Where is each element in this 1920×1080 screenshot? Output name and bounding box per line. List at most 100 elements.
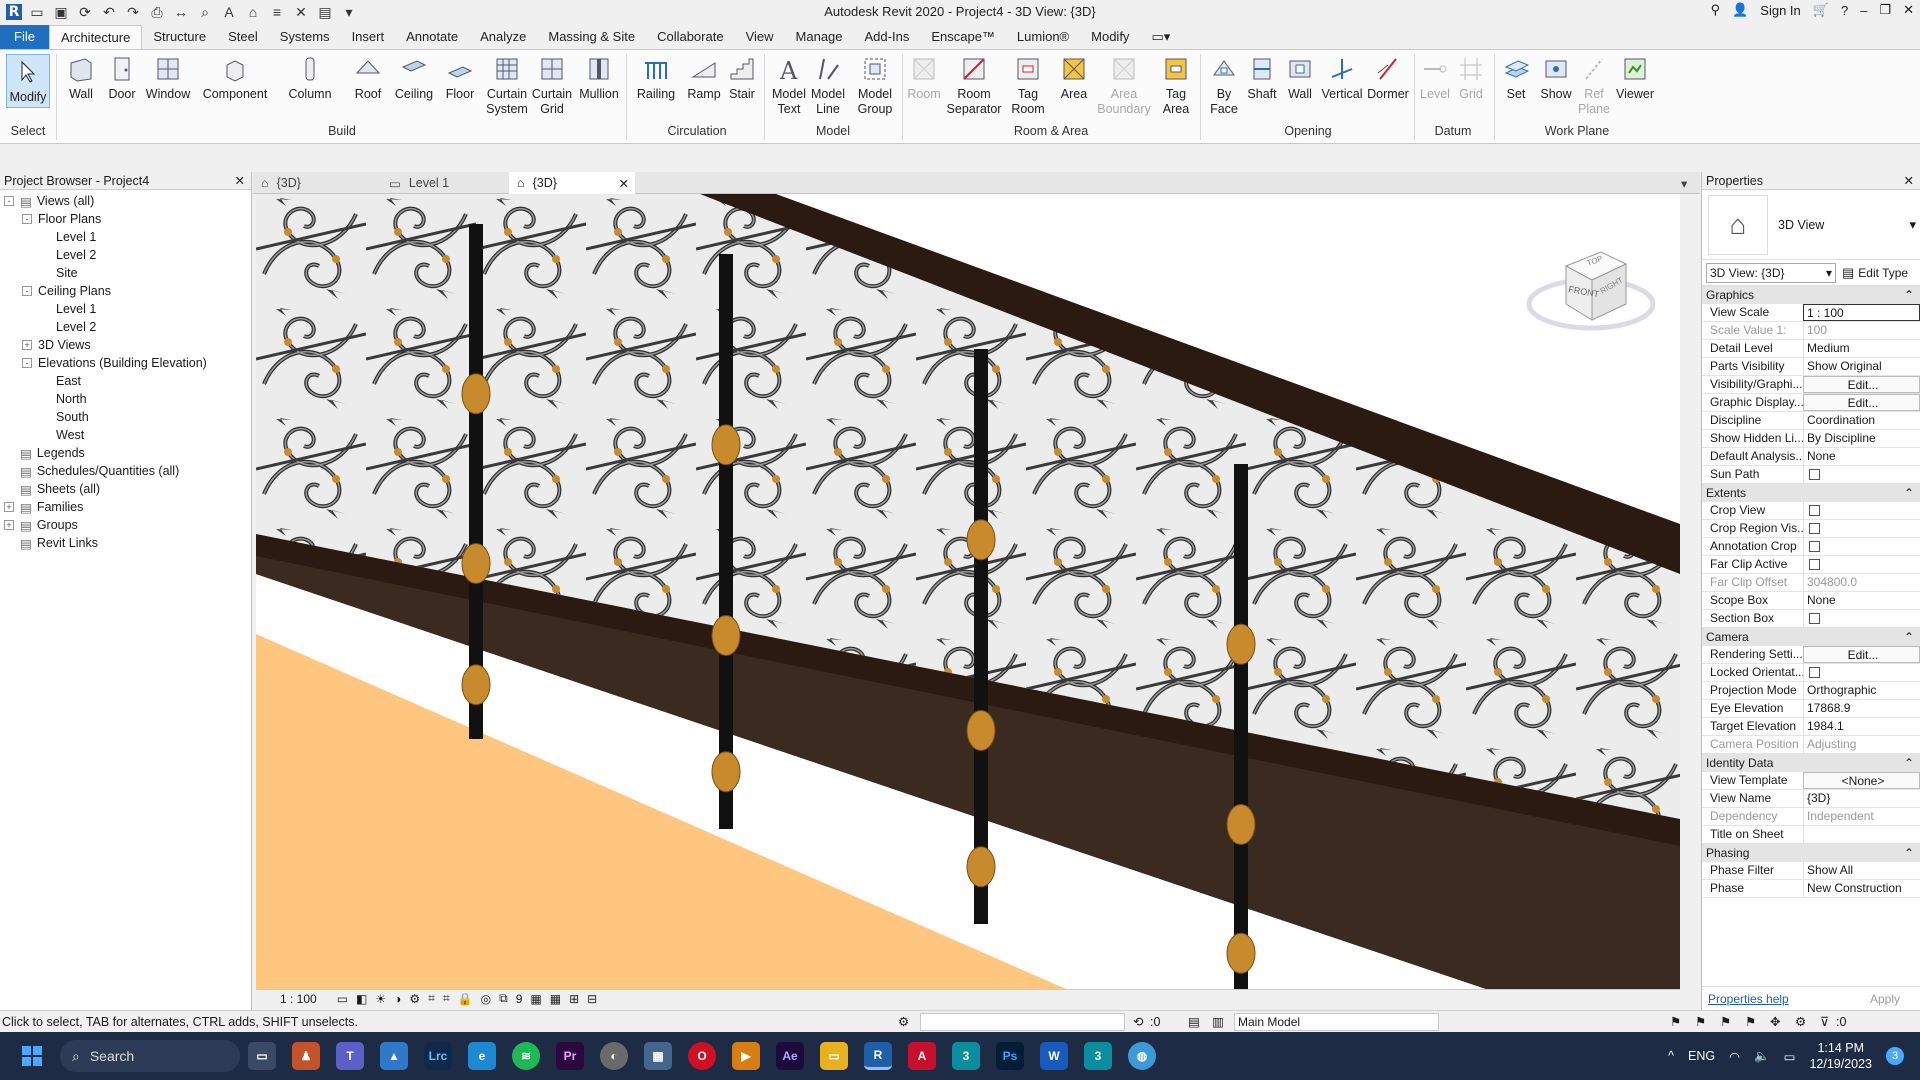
opera-icon[interactable]: O	[688, 1042, 716, 1070]
collapse-icon[interactable]: -	[4, 196, 14, 206]
stair-button[interactable]: Stair	[724, 54, 760, 102]
select-pinned-icon[interactable]: ⚑	[1720, 1014, 1731, 1029]
property-value[interactable]: Edit...	[1803, 394, 1920, 411]
measure-icon[interactable]: ↔	[172, 4, 190, 20]
worksharing-display-count[interactable]: 9	[516, 992, 523, 1006]
browser-node[interactable]: - Ceiling Plans	[0, 282, 251, 300]
binoculars-icon[interactable]: ⚲	[1711, 2, 1721, 18]
reveal-hidden-icon[interactable]: ⧉	[499, 991, 508, 1006]
room-button[interactable]: Room	[906, 54, 942, 102]
render-icon[interactable]: ⚙	[409, 992, 420, 1006]
tab-insert[interactable]: Insert	[341, 25, 396, 49]
tab-structure[interactable]: Structure	[142, 25, 217, 49]
tray-chevron-up-icon[interactable]: ^	[1668, 1049, 1674, 1063]
room-separator-button[interactable]: Room Separator	[944, 54, 1004, 117]
browser-node[interactable]: ▤ Schedules/Quantities (all)	[0, 462, 251, 480]
select-by-face-icon[interactable]: ⚑	[1745, 1014, 1756, 1029]
browser-node[interactable]: - ▤ Views (all)	[0, 192, 251, 210]
browser-node[interactable]: Level 2	[0, 318, 251, 336]
property-checkbox[interactable]	[1809, 667, 1820, 678]
worksets-icon[interactable]: ⚙	[898, 1014, 909, 1029]
property-value[interactable]: New Construction	[1803, 880, 1920, 897]
property-value[interactable]: None	[1803, 448, 1920, 465]
wifi-icon[interactable]: ◠	[1729, 1049, 1740, 1064]
property-value[interactable]: {3D}	[1803, 790, 1920, 807]
3ds-max-2-icon[interactable]: 3	[1084, 1042, 1112, 1070]
ceiling-button[interactable]: Ceiling	[392, 54, 436, 102]
browser-node[interactable]: West	[0, 426, 251, 444]
tab-enscape[interactable]: Enscape™	[920, 25, 1006, 49]
browser-node[interactable]: Site	[0, 264, 251, 282]
roof-button[interactable]: Roof	[350, 54, 386, 102]
tag-area-button[interactable]: Tag Area	[1156, 54, 1196, 117]
design-option-dropdown[interactable]: Main Model	[1234, 1012, 1439, 1031]
property-checkbox[interactable]	[1809, 559, 1820, 570]
view-scale-label[interactable]: 1 : 100	[280, 992, 317, 1006]
ramp-button[interactable]: Ramp	[684, 54, 724, 102]
constraints-icon[interactable]: ⊞	[569, 992, 579, 1006]
property-checkbox[interactable]	[1809, 613, 1820, 624]
thin-lines-icon[interactable]: ≡	[268, 4, 286, 20]
property-group-header[interactable]: Camera ⌃	[1702, 628, 1920, 646]
area-button[interactable]: Area	[1056, 54, 1092, 102]
browser-node[interactable]: Level 1	[0, 228, 251, 246]
set-button[interactable]: Set	[1498, 54, 1534, 102]
battery-icon[interactable]: ▭	[1784, 1049, 1796, 1064]
property-value[interactable]	[1803, 538, 1920, 555]
close-properties-icon[interactable]: ✕	[1904, 173, 1914, 188]
curtain-system-button[interactable]: Curtain System	[484, 54, 530, 117]
property-group-header[interactable]: Extents ⌃	[1702, 484, 1920, 502]
close-hidden-icon[interactable]: ✕	[292, 4, 310, 20]
workset-dropdown[interactable]	[920, 1012, 1125, 1031]
property-value[interactable]: 304800.0	[1803, 574, 1920, 591]
after-effects-icon[interactable]: Ae	[776, 1042, 804, 1070]
property-value[interactable]	[1803, 502, 1920, 519]
expand-icon[interactable]: +	[4, 520, 14, 530]
property-value[interactable]	[1803, 664, 1920, 681]
globe-app-icon[interactable]: ◍	[1128, 1042, 1156, 1070]
photos-icon[interactable]: ▲	[380, 1042, 408, 1070]
model-line-button[interactable]: Model Line	[808, 54, 848, 117]
revit-logo-icon[interactable]: R	[6, 4, 22, 20]
3d-view-icon[interactable]: ⌂	[244, 4, 262, 20]
show-button[interactable]: Show	[1538, 54, 1574, 102]
lock-3d-icon[interactable]: 🔒	[458, 992, 473, 1006]
tag-room-button[interactable]: Tag Room	[1008, 54, 1048, 117]
column-button[interactable]: Column	[286, 54, 334, 102]
viewer-button[interactable]: Viewer	[1614, 54, 1656, 102]
property-group-header[interactable]: Graphics ⌃	[1702, 286, 1920, 304]
app-icon-1[interactable]: ♟	[292, 1042, 320, 1070]
background-process-icon[interactable]: ⚙	[1795, 1014, 1806, 1029]
browser-node[interactable]: + ▤ Groups	[0, 516, 251, 534]
show-crop-icon[interactable]: ⌗	[443, 991, 450, 1006]
ref-plane-button[interactable]: Ref Plane	[1576, 54, 1612, 117]
browser-node[interactable]: North	[0, 390, 251, 408]
property-value[interactable]: Show All	[1803, 862, 1920, 879]
model-text-button[interactable]: A Model Text	[768, 54, 810, 117]
collapse-icon[interactable]: -	[22, 358, 32, 368]
property-value[interactable]	[1803, 610, 1920, 627]
text-icon[interactable]: A	[220, 4, 238, 20]
property-checkbox[interactable]	[1809, 523, 1820, 534]
windows-start-icon[interactable]	[18, 1042, 46, 1070]
help-icon[interactable]: ?	[1841, 3, 1848, 18]
mullion-button[interactable]: Mullion	[578, 54, 620, 102]
modify-button[interactable]: Modify	[6, 54, 50, 108]
tab-view[interactable]: View	[735, 25, 785, 49]
tabs-dropdown-icon[interactable]: ▾	[1673, 172, 1697, 194]
by-face-button[interactable]: By Face	[1206, 54, 1242, 117]
railing-button[interactable]: Railing	[634, 54, 678, 102]
grid-button[interactable]: Grid	[1454, 54, 1488, 102]
customize-qat-icon[interactable]: ▾	[340, 4, 358, 20]
volume-icon[interactable]: 🔈	[1754, 1049, 1770, 1064]
editing-requests-icon[interactable]: ⟲	[1133, 1014, 1143, 1029]
property-checkbox[interactable]	[1809, 469, 1820, 480]
open-icon[interactable]: ▭	[28, 4, 46, 20]
property-value[interactable]: Independent	[1803, 808, 1920, 825]
revit-icon[interactable]: R	[864, 1042, 892, 1070]
temp-hide-icon[interactable]: ◎	[481, 992, 491, 1006]
select-dropdown[interactable]: Select	[6, 124, 50, 138]
close-button[interactable]: ✕	[1903, 2, 1914, 18]
sun-path-icon[interactable]: ☀	[375, 992, 386, 1006]
maximize-button[interactable]: ❐	[1879, 2, 1891, 18]
